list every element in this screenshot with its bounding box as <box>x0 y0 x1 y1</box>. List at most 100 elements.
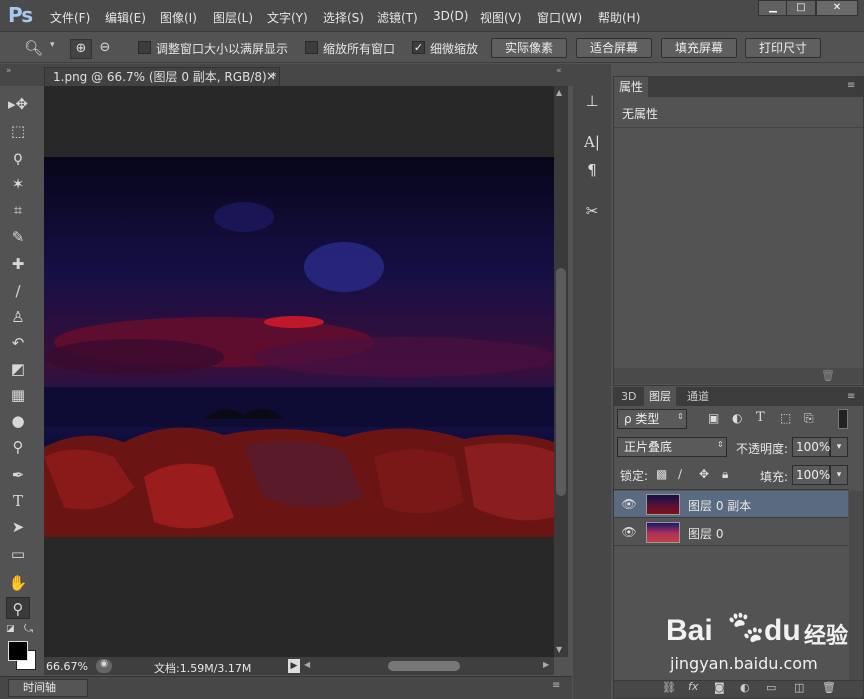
tab-3d[interactable]: 3D <box>616 387 641 407</box>
pen-tool-icon[interactable]: ✒ <box>6 464 30 486</box>
hand-tool-icon[interactable]: ✋ <box>6 572 30 594</box>
filter-adjustment-icon[interactable]: ◐ <box>732 411 742 425</box>
paragraph-panel-icon[interactable]: ¶ <box>578 159 606 181</box>
history-brush-tool-icon[interactable]: ↶ <box>6 332 30 354</box>
filter-smart-object-icon[interactable]: ⎘ <box>804 411 814 426</box>
fill-input[interactable]: 100% <box>792 465 830 485</box>
marquee-tool-icon[interactable]: ⬚ <box>6 120 30 142</box>
layer-row-base[interactable]: 👁︎ 图层 0 <box>614 519 848 546</box>
menu-view[interactable]: 视图(V) <box>480 9 522 26</box>
menu-image[interactable]: 图像(I) <box>160 9 197 26</box>
print-size-button[interactable]: 打印尺寸 <box>745 38 821 58</box>
blur-tool-icon[interactable]: ● <box>6 410 30 432</box>
foreground-color-swatch[interactable] <box>8 641 28 661</box>
layers-menu-icon[interactable]: ≡ <box>847 391 855 402</box>
collapse-panels-icon[interactable]: « <box>556 66 562 76</box>
minimize-button[interactable]: ▁ <box>758 0 788 16</box>
visibility-eye-icon[interactable]: 👁︎ <box>620 523 638 541</box>
properties-tab[interactable]: 属性 <box>614 77 649 97</box>
properties-menu-icon[interactable]: ≡ <box>847 80 855 91</box>
zoom-tool-preset-icon[interactable]: 🔍︎ <box>24 39 43 57</box>
actual-pixels-button[interactable]: 实际像素 <box>491 38 567 58</box>
lock-position-icon[interactable]: ✥ <box>699 467 709 481</box>
dodge-tool-icon[interactable]: ⚲ <box>6 436 30 458</box>
menu-help[interactable]: 帮助(H) <box>598 9 640 26</box>
scroll-right-icon[interactable]: ▶ <box>543 660 549 669</box>
magic-wand-tool-icon[interactable]: ✶ <box>6 173 30 195</box>
timeline-menu-icon[interactable]: ≡ <box>552 680 560 691</box>
timeline-tab[interactable]: 时间轴 <box>8 679 88 697</box>
zoom-all-windows-checkbox[interactable] <box>305 41 318 54</box>
scroll-left-icon[interactable]: ◀ <box>304 660 310 669</box>
filter-pixel-icon[interactable]: ▣ <box>708 411 719 425</box>
healing-brush-tool-icon[interactable]: ✚ <box>6 253 30 275</box>
chevron-down-icon[interactable]: ▾ <box>50 40 55 50</box>
eyedropper-tool-icon[interactable]: ✎ <box>6 226 30 248</box>
character-panel-icon[interactable]: A| <box>578 131 606 153</box>
fill-dropdown-icon[interactable]: ▾ <box>830 465 848 485</box>
zoom-level[interactable]: 66.67% <box>46 660 88 673</box>
menu-edit[interactable]: 编辑(E) <box>105 9 146 26</box>
resize-windows-checkbox[interactable] <box>138 41 151 54</box>
brush-tool-icon[interactable]: ∕ <box>6 280 30 302</box>
paw-logo-icon: 🐾︎ <box>724 608 768 648</box>
lock-transparency-icon[interactable]: ▩ <box>656 467 667 481</box>
scroll-up-icon[interactable]: ▲ <box>556 88 562 97</box>
eraser-tool-icon[interactable]: ◩ <box>6 358 30 380</box>
menu-window[interactable]: 窗口(W) <box>537 9 582 26</box>
menu-type[interactable]: 文字(Y) <box>267 9 308 26</box>
layer-name[interactable]: 图层 0 副本 <box>688 497 751 514</box>
vertical-scroll-thumb[interactable] <box>556 268 566 496</box>
filter-type-icon[interactable]: T <box>756 410 765 425</box>
tab-layers[interactable]: 图层 <box>644 387 676 407</box>
maximize-button[interactable]: □ <box>786 0 816 16</box>
close-button[interactable]: ✕ <box>816 0 858 16</box>
lock-all-icon[interactable]: 🔒︎ <box>722 467 728 482</box>
menu-3d[interactable]: 3D(D) <box>433 9 468 23</box>
default-colors-icon[interactable]: ◪ <box>6 624 15 634</box>
layer-name[interactable]: 图层 0 <box>688 525 723 542</box>
fill-screen-button[interactable]: 填充屏幕 <box>661 38 737 58</box>
collapse-toolbar-icon[interactable]: » <box>6 66 12 76</box>
crop-tool-icon[interactable]: ⌗ <box>6 199 30 221</box>
document-tab[interactable]: 1.png @ 66.7% (图层 0 副本, RGB/8) * <box>44 67 280 86</box>
opacity-dropdown-icon[interactable]: ▾ <box>830 437 848 457</box>
close-document-icon[interactable]: × <box>266 69 276 83</box>
scrubby-zoom-label: 细微缩放 <box>430 42 479 56</box>
properties-content: 无属性 <box>622 107 659 121</box>
scrubby-zoom-checkbox[interactable]: ✓ <box>412 41 425 54</box>
menu-file[interactable]: 文件(F) <box>50 9 90 26</box>
scroll-down-icon[interactable]: ▼ <box>556 645 562 654</box>
horizontal-scroll-thumb[interactable] <box>388 661 460 671</box>
zoom-in-icon[interactable]: ⊕ <box>70 39 92 59</box>
blend-mode-select[interactable]: 正片叠底 <box>617 437 727 457</box>
lock-pixels-icon[interactable]: ∕ <box>678 467 682 481</box>
zoom-out-icon[interactable]: ⊖ <box>96 39 114 57</box>
menu-layer[interactable]: 图层(L) <box>213 9 253 26</box>
menu-filter[interactable]: 滤镜(T) <box>377 9 418 26</box>
gradient-tool-icon[interactable]: ▦ <box>6 384 30 406</box>
rectangle-tool-icon[interactable]: ▭ <box>6 543 30 565</box>
filter-shape-icon[interactable]: ⬚ <box>780 411 791 425</box>
visibility-eye-icon[interactable]: 👁︎ <box>620 495 638 513</box>
lasso-tool-icon[interactable]: ϙ <box>6 146 30 168</box>
tab-channels[interactable]: 通道 <box>682 387 714 407</box>
trash-icon[interactable]: 🗑︎ <box>821 369 835 382</box>
status-menu-arrow-icon[interactable]: ▶ <box>288 659 300 673</box>
clone-stamp-tool-icon[interactable]: ♙ <box>6 306 30 328</box>
type-tool-icon[interactable]: T <box>6 490 30 512</box>
swap-colors-icon[interactable]: ⤿ <box>24 622 33 636</box>
layer-row-copy[interactable]: 👁︎ 图层 0 副本 <box>614 491 848 518</box>
path-selection-tool-icon[interactable]: ➤ <box>6 516 30 538</box>
fit-screen-button[interactable]: 适合屏幕 <box>576 38 652 58</box>
filter-toggle-switch[interactable] <box>838 409 848 429</box>
document-image[interactable] <box>44 157 554 537</box>
timeline-label: 时间轴 <box>23 681 56 694</box>
zoom-tool-icon[interactable]: ⚲ <box>6 597 30 619</box>
menu-select[interactable]: 选择(S) <box>323 9 364 26</box>
clone-source-icon[interactable]: ⊥ <box>578 90 606 112</box>
tool-presets-icon[interactable]: ✂ <box>578 200 606 222</box>
move-tool-icon[interactable]: ▸✥ <box>6 93 30 115</box>
opacity-input[interactable]: 100% <box>792 437 830 457</box>
share-icon[interactable]: ◉ <box>96 659 112 673</box>
